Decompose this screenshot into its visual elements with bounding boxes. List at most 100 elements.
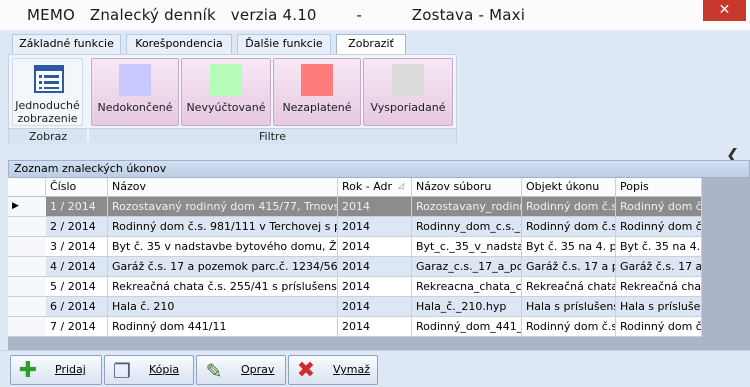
table-cell: 1 / 2014 xyxy=(46,197,108,217)
filter-vysporiadane-button[interactable]: Vysporiadané xyxy=(363,58,453,126)
table-cell: Rekreacna_chata_c. xyxy=(412,277,522,297)
ribbon-panel: Jednoduché zobrazenie Zobraz Nedokončené… xyxy=(8,54,457,144)
row-selector[interactable] xyxy=(8,277,46,297)
add-button[interactable]: ✚ Pridaj xyxy=(10,355,102,385)
column-header[interactable]: Názov xyxy=(108,178,338,197)
copy-label: Kópia xyxy=(149,363,180,376)
copy-button[interactable]: ❐ Kópia xyxy=(104,355,194,385)
table-cell: 2014 xyxy=(338,237,412,257)
table-cell: Byt č. 35 v nadstavbe bytového domu, Žil… xyxy=(108,237,338,257)
table-cell: Garaz_c.s._17_a_po xyxy=(412,257,522,277)
row-selector[interactable] xyxy=(8,297,46,317)
title-bar: MEMO Znalecký denník verzia 4.10 - Zosta… xyxy=(0,0,750,30)
add-label: Pridaj xyxy=(55,363,86,376)
color-swatch xyxy=(119,64,151,96)
table-cell: Byt č. 35 na 4. po xyxy=(616,237,702,257)
table-cell: Hala s príslušenst xyxy=(522,297,616,317)
table-cell: 2 / 2014 xyxy=(46,217,108,237)
table-cell: Byt_c._35_v_nadsta xyxy=(412,237,522,257)
table-cell: Rodinný dom č.s. xyxy=(616,197,702,217)
row-selector[interactable] xyxy=(8,237,46,257)
row-selector[interactable] xyxy=(8,217,46,237)
table-cell: 2014 xyxy=(338,297,412,317)
color-swatch xyxy=(210,64,242,96)
table-cell: 2014 xyxy=(338,277,412,297)
plus-icon: ✚ xyxy=(18,358,38,383)
close-icon: ✕ xyxy=(718,2,731,18)
table-cell: Rodinný dom č.s. xyxy=(522,197,616,217)
tab-korespondencia[interactable]: Korešpondencia xyxy=(126,34,232,54)
edit-icon: ✎ xyxy=(205,359,223,383)
column-header[interactable]: Názov súboru xyxy=(412,178,522,197)
table-cell: 5 / 2014 xyxy=(46,277,108,297)
row-selector[interactable] xyxy=(8,257,46,277)
filter-nevyuctovane-button[interactable]: Nevyúčtované xyxy=(181,58,271,126)
window-title: MEMO Znalecký denník verzia 4.10 - Zosta… xyxy=(27,6,526,24)
list-view-icon xyxy=(34,65,64,93)
table-cell: Rodinný dom č.s. xyxy=(522,317,616,337)
table-cell: Hala_č._210.hyp xyxy=(412,297,522,317)
bottom-toolbar: ✚ Pridaj ❐ Kópia ✎ Oprav ✖ Vymaž xyxy=(0,350,750,387)
column-header[interactable]: Číslo xyxy=(46,178,108,197)
table-cell: Rekreačná chata xyxy=(616,277,702,297)
header-corner xyxy=(8,178,46,197)
panel-title: Zoznam znaleckých úkonov xyxy=(8,160,750,178)
edit-label: Oprav xyxy=(241,363,275,376)
table-cell: 6 / 2014 xyxy=(46,297,108,317)
table-cell: 2014 xyxy=(338,217,412,237)
table-cell: Rodinný dom 441/11 xyxy=(108,317,338,337)
filter-label: Nedokončené xyxy=(97,101,173,114)
table-cell: 2014 xyxy=(338,257,412,277)
row-selector[interactable]: ▶ xyxy=(8,197,46,217)
table-cell: Rodinný dom č.s. xyxy=(616,217,702,237)
table-cell: Hala s príslušenst xyxy=(616,297,702,317)
ribbon-tabs: Základné funkcie Korešpondencia Ďalšie f… xyxy=(0,30,750,55)
filter-nedokoncene-button[interactable]: Nedokončené xyxy=(91,58,179,126)
sort-icon: ◿ xyxy=(398,181,405,190)
edit-button[interactable]: ✎ Oprav xyxy=(196,355,286,385)
table-cell: Byt č. 35 na 4. po xyxy=(522,237,616,257)
table-cell: Rekreačná chata xyxy=(522,277,616,297)
simple-view-label: Jednoduché zobrazenie xyxy=(15,99,80,125)
close-button[interactable]: ✕ xyxy=(703,0,746,21)
table-cell: Garáž č.s. 17 a p xyxy=(616,257,702,277)
color-swatch xyxy=(392,64,424,96)
table-cell: 7 / 2014 xyxy=(46,317,108,337)
group-label-zobraz: Zobraz xyxy=(9,128,87,144)
row-selector[interactable] xyxy=(8,317,46,337)
table-cell: Garáž č.s. 17 a p xyxy=(522,257,616,277)
column-header[interactable]: Objekt úkonu xyxy=(522,178,616,197)
group-label-filtre: Filtre xyxy=(89,128,456,144)
delete-label: Vymaž xyxy=(333,363,370,376)
data-grid: Číslo Názov Rok - Adr Názov súboru Objekt úk… xyxy=(8,178,702,337)
table-cell: Rodinný_dom_441_ xyxy=(412,317,522,337)
table-cell: Rozostavany_rodinn xyxy=(412,197,522,217)
table-cell: Hala č. 210 xyxy=(108,297,338,317)
color-swatch xyxy=(301,64,333,96)
list-panel: Zoznam znaleckých úkonov Číslo Názov Rok -… xyxy=(8,160,750,350)
filter-label: Vysporiadané xyxy=(370,101,446,114)
table-cell: Rozostavaný rodinný dom 415/77, Trnovsk xyxy=(108,197,338,217)
table-cell: 2014 xyxy=(338,317,412,337)
table-cell: 3 / 2014 xyxy=(46,237,108,257)
table-cell: Rodinny_dom_c.s._9 xyxy=(412,217,522,237)
table-cell: Rodinný dom č.s. 981/111 v Terchovej s p… xyxy=(108,217,338,237)
filter-label: Nevyúčtované xyxy=(186,101,266,114)
tab-zakladne-funkcie[interactable]: Základné funkcie xyxy=(12,34,121,54)
column-header[interactable]: Popis xyxy=(616,178,702,197)
table-cell: Rekreačná chata č.s. 255/41 s príslušens… xyxy=(108,277,338,297)
copy-icon: ❐ xyxy=(113,359,131,383)
filter-nezaplatene-button[interactable]: Nezaplatené xyxy=(273,58,361,126)
table-cell: Rodinný dom č.s. xyxy=(616,317,702,337)
tab-dalsie-funkcie[interactable]: Ďalšie funkcie xyxy=(237,34,331,54)
table-cell: Rodinný dom č.s. xyxy=(522,217,616,237)
filter-label: Nezaplatené xyxy=(282,101,352,114)
delete-button[interactable]: ✖ Vymaž xyxy=(288,355,378,385)
delete-icon: ✖ xyxy=(296,358,316,383)
tab-zobrazit[interactable]: Zobraziť xyxy=(336,34,406,55)
table-cell: 4 / 2014 xyxy=(46,257,108,277)
table-cell: Garáž č.s. 17 a pozemok parc.č. 1234/567 xyxy=(108,257,338,277)
table-cell: 2014 xyxy=(338,197,412,217)
simple-view-button[interactable]: Jednoduché zobrazenie xyxy=(12,58,83,126)
row-pointer-icon: ▶ xyxy=(12,201,19,211)
